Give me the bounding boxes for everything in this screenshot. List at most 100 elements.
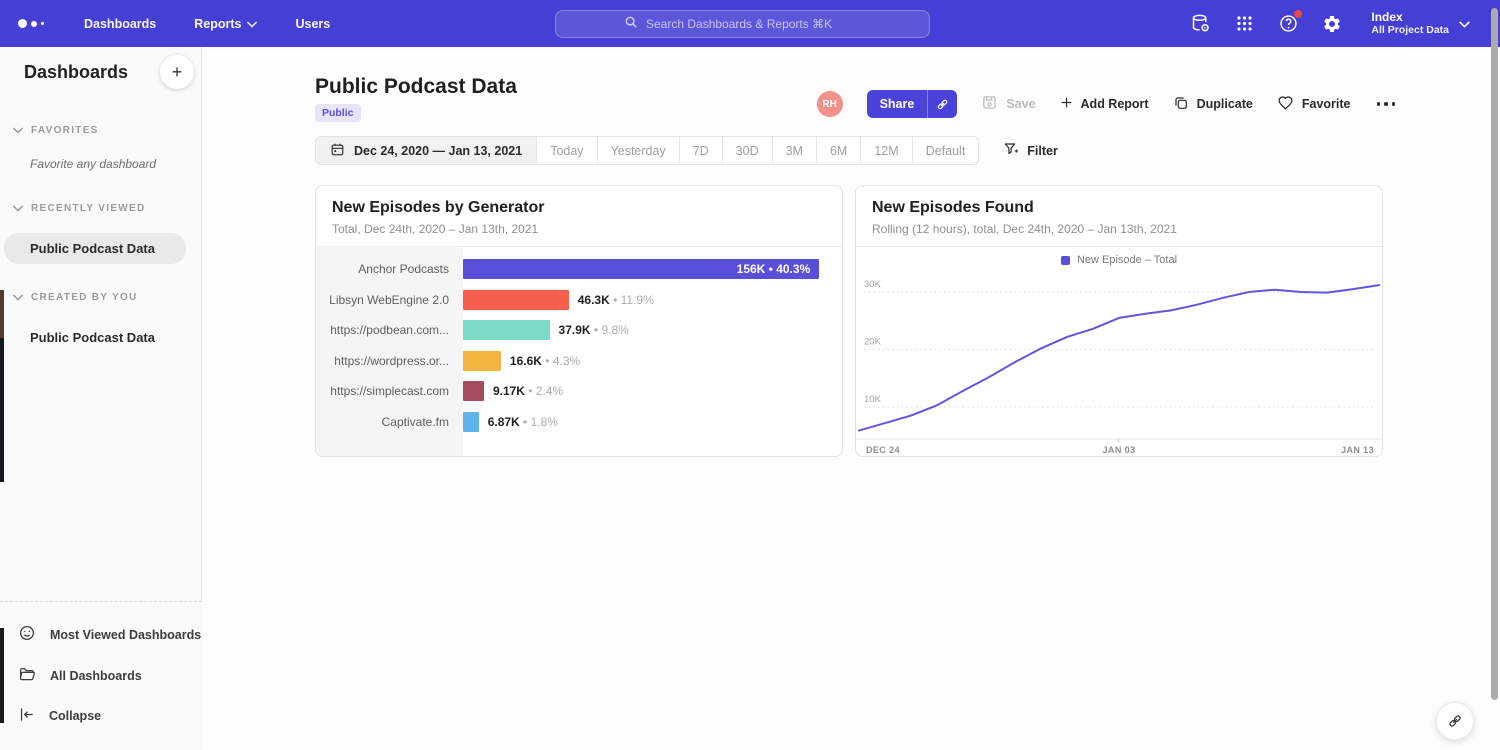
nav-item-label: Users — [295, 17, 330, 31]
date-range-segmented-control: Dec 24, 2020 — Jan 13, 2021 TodayYesterd… — [315, 136, 979, 165]
bar-value-label: 156K • 40.3% — [737, 262, 820, 276]
sidebar-section-header[interactable]: RECENTLY VIEWED — [0, 185, 202, 227]
sidebar-footer-item[interactable]: Most Viewed Dashboards — [0, 614, 202, 655]
share-button[interactable]: Share — [867, 90, 958, 118]
date-preset-yesterday[interactable]: Yesterday — [598, 137, 680, 164]
line-chart-subtitle: Rolling (12 hours), total, Dec 24th, 202… — [872, 222, 1366, 236]
bar-category-label: Captivate.fm — [316, 415, 463, 429]
link-icon — [1446, 712, 1464, 730]
legend-swatch — [1061, 256, 1070, 265]
legend: New Episode – Total — [856, 247, 1382, 273]
date-preset-default[interactable]: Default — [913, 137, 979, 164]
public-badge: Public — [315, 104, 361, 122]
bar-category-label: Libsyn WebEngine 2.0 — [316, 293, 463, 307]
line-chart-title: New Episodes Found — [872, 199, 1366, 217]
line-chart-card: New Episodes Found Rolling (12 hours), t… — [855, 185, 1383, 457]
help-icon[interactable] — [1277, 13, 1299, 35]
app-logo-icon[interactable] — [18, 19, 58, 28]
sidebar-item[interactable]: Public Podcast Data — [4, 322, 186, 353]
more-options-button[interactable] — [1375, 98, 1398, 110]
bar-value-label: 37.9K • 9.8% — [559, 323, 629, 337]
project-name: Index — [1371, 10, 1449, 24]
bar — [463, 412, 479, 432]
notification-badge — [1294, 10, 1302, 18]
bar-row: Libsyn WebEngine 2.0 46.3K • 11.9% — [316, 285, 842, 316]
date-preset-today[interactable]: Today — [537, 137, 597, 164]
line-chart-plot: New Episode – Total 10K20K30KDEC 24JAN 0… — [856, 247, 1382, 456]
date-range-button[interactable]: Dec 24, 2020 — Jan 13, 2021 — [316, 137, 537, 164]
chevron-down-icon — [13, 121, 23, 139]
bar-value-label: 6.87K • 1.8% — [488, 415, 558, 429]
sidebar-section-header[interactable]: FAVORITES — [0, 107, 202, 149]
bar — [463, 381, 484, 401]
sidebar-footer-label: All Dashboards — [50, 669, 142, 683]
background-window-sliver — [0, 290, 4, 338]
date-preset-12m[interactable]: 12M — [861, 137, 912, 164]
bar-track: 16.6K • 4.3% — [463, 351, 842, 371]
search-icon — [624, 15, 638, 34]
settings-gear-icon[interactable] — [1321, 13, 1343, 35]
favorite-label: Favorite — [1302, 97, 1351, 111]
bar-value-label: 16.6K • 4.3% — [510, 354, 580, 368]
collapse-icon — [18, 706, 35, 726]
sidebar-footer-item[interactable]: Collapse — [0, 696, 202, 736]
line-series — [859, 285, 1379, 431]
bar-value-label: 9.17K • 2.4% — [493, 384, 563, 398]
add-report-button[interactable]: Add Report — [1060, 96, 1149, 112]
sidebar-title: Dashboards — [24, 62, 128, 83]
search-input[interactable] — [646, 17, 861, 31]
nav-item-dashboards[interactable]: Dashboards — [84, 17, 156, 31]
add-dashboard-button[interactable]: + — [160, 55, 194, 89]
main-content: Public Podcast Data Public RH Share — [202, 47, 1500, 750]
smiley-icon — [18, 624, 36, 645]
avatar[interactable]: RH — [817, 91, 843, 117]
sidebar: Dashboards + FAVORITESFavorite any dashb… — [0, 47, 202, 750]
date-preset-3m[interactable]: 3M — [773, 137, 817, 164]
page-title: Public Podcast Data — [315, 75, 517, 99]
bar-row: https://podbean.com... 37.9K • 9.8% — [316, 315, 842, 346]
vertical-scrollbar[interactable] — [1491, 8, 1498, 700]
sidebar-footer-item[interactable]: All Dashboards — [0, 655, 202, 696]
filter-funnel-icon — [1003, 141, 1019, 160]
svg-text:JAN 13: JAN 13 — [1341, 445, 1374, 455]
date-preset-6m[interactable]: 6M — [817, 137, 861, 164]
line-chart-header: New Episodes Found Rolling (12 hours), t… — [856, 186, 1382, 247]
bar — [463, 351, 501, 371]
sidebar-footer-label: Most Viewed Dashboards — [50, 628, 201, 642]
apps-grid-icon[interactable] — [1233, 13, 1255, 35]
bar — [463, 320, 550, 340]
share-link-icon[interactable] — [927, 90, 957, 118]
sidebar-item[interactable]: Public Podcast Data — [4, 233, 186, 264]
bar-category-label: https://wordpress.or... — [316, 354, 463, 368]
nav-item-reports[interactable]: Reports — [194, 17, 257, 31]
copy-link-floating-button[interactable] — [1436, 702, 1474, 740]
sidebar-section-header[interactable]: CREATED BY YOU — [0, 274, 202, 316]
bar-chart-subtitle: Total, Dec 24th, 2020 – Jan 13th, 2021 — [332, 222, 826, 236]
bar-category-label: https://podbean.com... — [316, 323, 463, 337]
nav-item-users[interactable]: Users — [295, 17, 330, 31]
chevron-down-icon — [247, 17, 257, 31]
sidebar-footer: Most Viewed Dashboards All Dashboards Coll… — [0, 601, 202, 750]
date-toolbar: Dec 24, 2020 — Jan 13, 2021 TodayYesterd… — [315, 136, 1058, 165]
favorite-button[interactable]: Favorite — [1277, 94, 1351, 114]
save-button[interactable]: Save — [981, 94, 1035, 114]
date-preset-30d[interactable]: 30D — [723, 137, 773, 164]
line-chart-canvas: 10K20K30KDEC 24JAN 03JAN 13 — [856, 273, 1382, 457]
project-switcher[interactable]: Index All Project Data — [1371, 10, 1470, 37]
nav-item-label: Reports — [194, 17, 241, 31]
svg-text:JAN 03: JAN 03 — [1103, 445, 1136, 455]
plus-icon — [1060, 96, 1073, 112]
date-preset-7d[interactable]: 7D — [680, 137, 723, 164]
svg-text:30K: 30K — [864, 279, 882, 290]
save-icon — [981, 94, 998, 114]
bar-chart-plot: Anchor Podcasts156K • 40.3%Libsyn WebEng… — [316, 247, 842, 456]
global-search[interactable] — [555, 10, 930, 38]
data-sources-icon[interactable] — [1189, 13, 1211, 35]
bar: 156K • 40.3% — [463, 259, 819, 279]
filter-button[interactable]: Filter — [1003, 141, 1058, 160]
duplicate-button[interactable]: Duplicate — [1173, 95, 1253, 114]
bar-value-label: 46.3K • 11.9% — [578, 293, 654, 307]
svg-text:20K: 20K — [864, 337, 882, 348]
chevron-down-icon — [13, 199, 23, 217]
heart-icon — [1277, 94, 1294, 114]
